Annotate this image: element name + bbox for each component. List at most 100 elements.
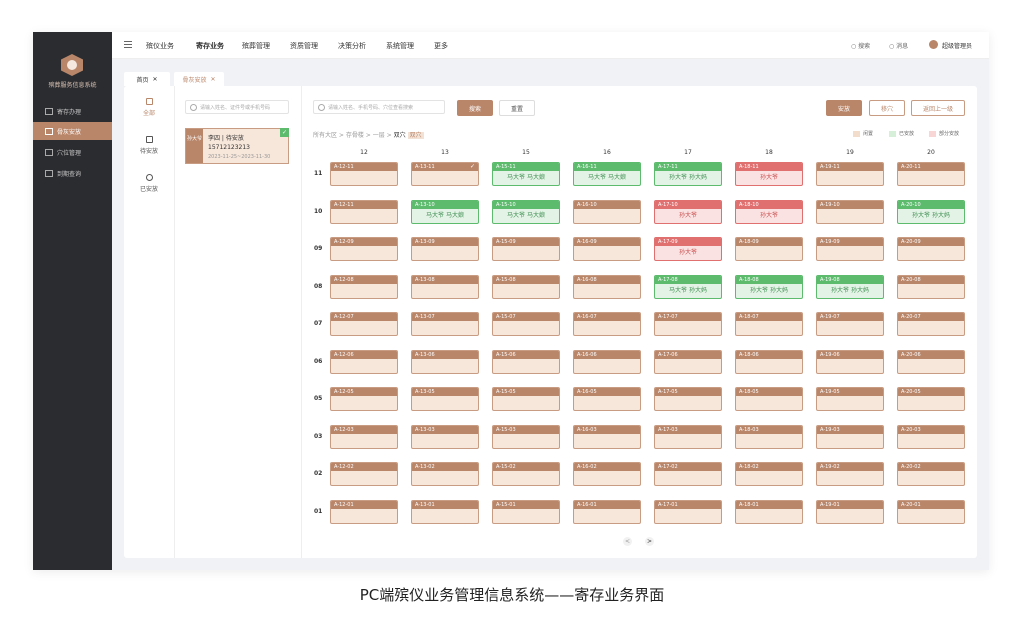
slot-cell[interactable]: A-18-07 [735, 312, 803, 336]
slot-cell[interactable]: A-19-11 [816, 162, 884, 186]
slot-cell[interactable]: A-20-05 [897, 387, 965, 411]
slot-cell[interactable]: A-12-07 [330, 312, 398, 336]
nav-qualification[interactable]: 资质管理 [290, 41, 318, 51]
slot-cell[interactable]: A-13-07 [411, 312, 479, 336]
slot-cell[interactable]: A-16-10 [573, 199, 641, 224]
reset-button[interactable]: 重置 [499, 100, 535, 116]
grid-search-input[interactable]: 请输入姓名、手机号码、穴位查看搜索 [313, 100, 445, 114]
sidebar-item-expiry-query[interactable]: 到期查询 [33, 164, 112, 182]
slot-cell[interactable]: A-17-07 [654, 312, 722, 336]
slot-cell[interactable]: A-19-08 孙大爷 孙大妈 [816, 274, 884, 299]
slot-cell[interactable]: A-12-08 [330, 274, 398, 299]
slot-cell[interactable]: A-16-06 [573, 349, 641, 374]
slot-cell[interactable]: A-20-10 孙大爷 孙大妈 [897, 199, 965, 224]
slot-cell[interactable]: A-15-09 [492, 237, 560, 261]
move-button[interactable]: 移穴 [869, 100, 905, 116]
tab-home[interactable]: 首页 ✕ [124, 72, 170, 86]
slot-cell[interactable]: A-15-10 马大爷 马大娘 [492, 199, 560, 224]
page-prev-button[interactable]: < [623, 537, 632, 546]
slot-cell[interactable]: A-13-05 [411, 387, 479, 411]
sidebar-item-storage[interactable]: 寄存办理 [33, 102, 112, 120]
slot-cell[interactable]: A-16-09 [573, 237, 641, 261]
slot-cell[interactable]: A-19-07 [816, 312, 884, 336]
slot-cell[interactable]: A-20-09 [897, 237, 965, 261]
search-link[interactable]: ○ 搜索 [851, 41, 870, 50]
slot-cell[interactable]: A-12-03 [330, 424, 398, 449]
breadcrumb-item[interactable]: 一层 [373, 132, 385, 139]
user-name[interactable]: 超级管理员 [942, 41, 972, 50]
slot-cell[interactable]: A-18-02 [735, 462, 803, 486]
slot-cell[interactable]: A-20-03 [897, 424, 965, 449]
slot-cell[interactable]: A-12-06 [330, 349, 398, 374]
slot-cell[interactable]: A-13-09 [411, 237, 479, 261]
nav-more[interactable]: 更多 [434, 41, 448, 51]
slot-cell[interactable]: A-19-02 [816, 462, 884, 486]
slot-cell[interactable]: A-13-10 马大爷 马大娘 [411, 199, 479, 224]
return-button[interactable]: 返回上一级 [911, 100, 965, 116]
nav-system[interactable]: 系统管理 [386, 41, 414, 51]
slot-cell[interactable]: A-19-03 [816, 424, 884, 449]
slot-cell[interactable]: A-17-11 孙大爷 孙大妈 [654, 162, 722, 186]
slot-cell[interactable]: A-15-05 [492, 387, 560, 411]
slot-cell[interactable]: A-17-03 [654, 424, 722, 449]
avatar[interactable] [929, 40, 938, 49]
slot-cell[interactable]: A-17-06 [654, 349, 722, 374]
slot-cell[interactable]: A-17-05 [654, 387, 722, 411]
sidebar-item-ash-placement[interactable]: 骨灰安放 [33, 122, 112, 140]
slot-cell[interactable]: A-17-10 孙大爷 [654, 199, 722, 224]
message-link[interactable]: ○ 消息 [889, 41, 908, 50]
slot-cell[interactable]: A-16-01 [573, 499, 641, 524]
slot-cell[interactable]: A-16-07 [573, 312, 641, 336]
close-icon[interactable]: ✕ [210, 76, 215, 83]
slot-cell[interactable]: A-20-07 [897, 312, 965, 336]
slot-cell[interactable]: A-20-06 [897, 349, 965, 374]
nav-analysis[interactable]: 决策分析 [338, 41, 366, 51]
slot-cell[interactable]: A-12-05 [330, 387, 398, 411]
filter-pending[interactable]: 待安放 [124, 136, 174, 155]
filter-placed[interactable]: 已安放 [124, 174, 174, 193]
page-next-button[interactable]: > [645, 537, 654, 546]
nav-funeral[interactable]: 殡仪业务 [146, 41, 174, 51]
slot-cell[interactable]: A-15-02 [492, 462, 560, 486]
slot-cell[interactable]: A-15-06 [492, 349, 560, 374]
slot-cell[interactable]: A-17-08 马大爷 孙大妈 [654, 274, 722, 299]
slot-cell[interactable]: A-15-07 [492, 312, 560, 336]
slot-cell[interactable]: A-20-01 [897, 499, 965, 524]
slot-cell[interactable]: A-16-11 马大爷 马大娘 [573, 162, 641, 186]
person-card[interactable]: 孙大爷 李四 | 待安放 15712123213 2023-11-25~2023… [185, 128, 289, 164]
sidebar-item-slot-management[interactable]: 穴位管理 [33, 143, 112, 161]
slot-cell[interactable]: A-18-01 [735, 499, 803, 524]
slot-cell[interactable]: A-17-09 孙大爷 [654, 237, 722, 261]
slot-cell[interactable]: A-18-09 [735, 237, 803, 261]
slot-cell[interactable]: A-16-03 [573, 424, 641, 449]
slot-cell[interactable]: A-12-01 [330, 499, 398, 524]
slot-cell[interactable]: A-19-06 [816, 349, 884, 374]
slot-cell[interactable]: A-18-05 [735, 387, 803, 411]
slot-cell[interactable]: A-19-09 [816, 237, 884, 261]
slot-cell[interactable]: A-19-01 [816, 499, 884, 524]
breadcrumb-item[interactable]: 所有大区 [313, 132, 337, 139]
slot-cell[interactable]: A-17-02 [654, 462, 722, 486]
slot-cell[interactable]: A-15-03 [492, 424, 560, 449]
slot-cell[interactable]: A-12-11 [330, 199, 398, 224]
slot-cell[interactable]: A-18-06 [735, 349, 803, 374]
slot-cell[interactable]: A-13-06 [411, 349, 479, 374]
slot-cell[interactable]: A-16-08 [573, 274, 641, 299]
slot-cell[interactable]: A-12-09 [330, 237, 398, 261]
slot-cell[interactable]: A-17-01 [654, 499, 722, 524]
slot-cell[interactable]: A-19-05 [816, 387, 884, 411]
slot-cell[interactable]: A-16-02 [573, 462, 641, 486]
slot-cell[interactable]: A-15-11 马大爷 马大娘 [492, 162, 560, 186]
close-icon[interactable]: ✕ [152, 76, 157, 83]
slot-cell[interactable]: A-20-02 [897, 462, 965, 486]
slot-cell[interactable]: A-15-01 [492, 499, 560, 524]
slot-cell[interactable]: A-20-11 [897, 162, 965, 186]
place-button[interactable]: 安放 [826, 100, 862, 116]
breadcrumb-item[interactable]: 双穴 [394, 132, 406, 139]
slot-cell[interactable]: A-19-10 [816, 199, 884, 224]
slot-cell[interactable]: A-18-03 [735, 424, 803, 449]
slot-cell[interactable]: A-13-02 [411, 462, 479, 486]
tab-ash-placement[interactable]: 骨灰安放 ✕ [174, 72, 224, 86]
person-search-input[interactable]: 请输入姓名、证件号或手机号码 [185, 100, 289, 114]
slot-cell[interactable]: A-18-10 孙大爷 [735, 199, 803, 224]
